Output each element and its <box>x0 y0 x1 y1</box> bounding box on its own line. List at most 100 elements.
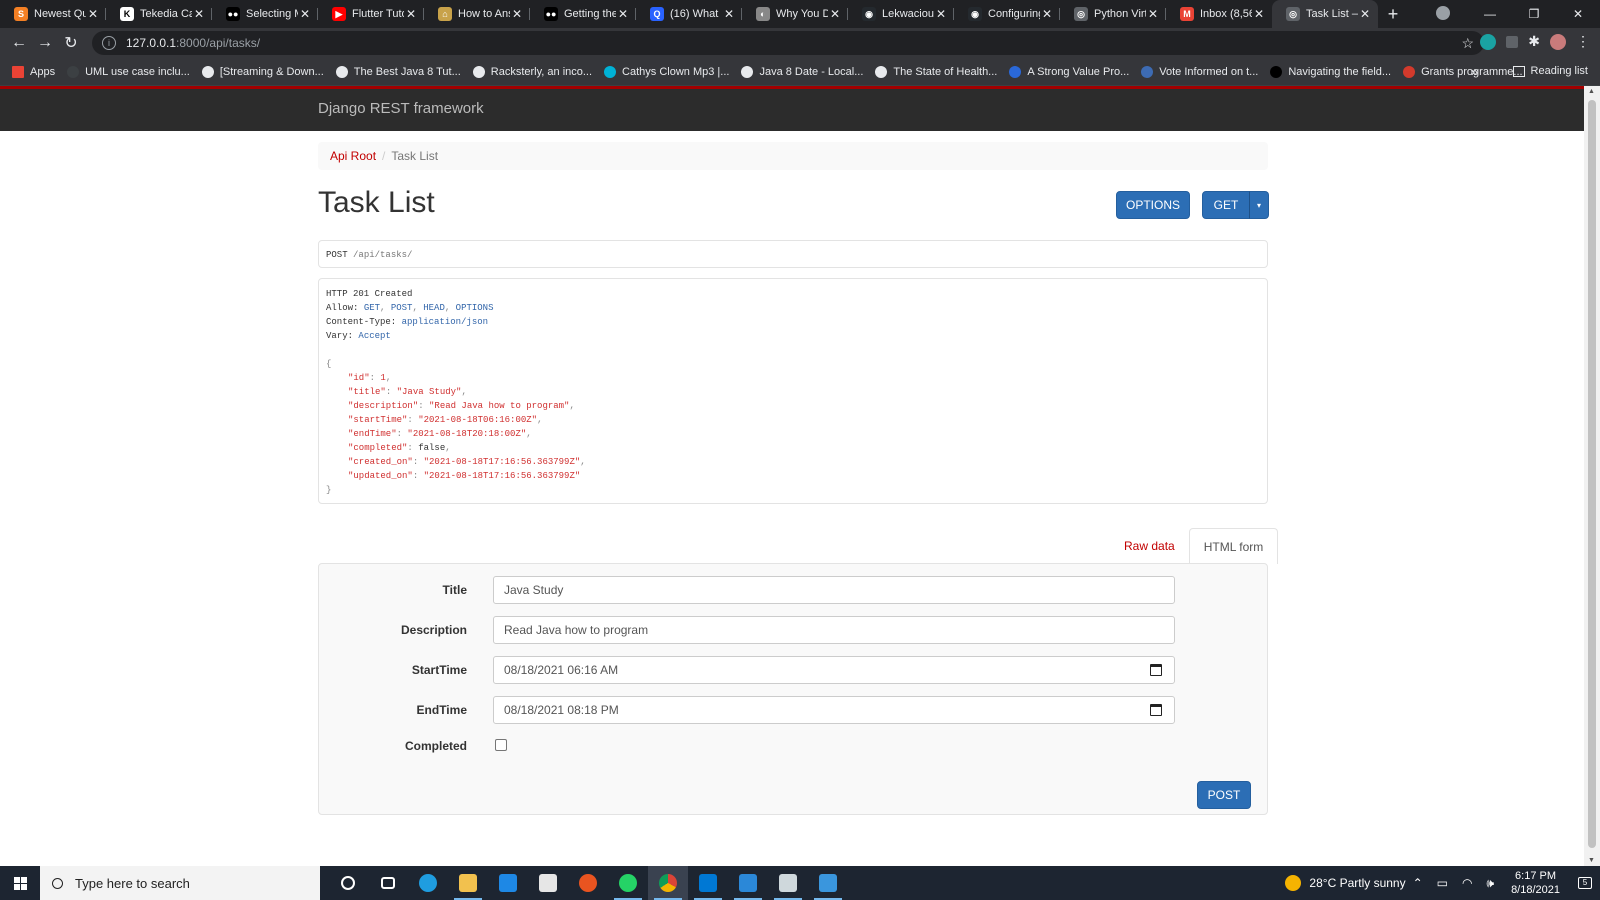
restore-icon[interactable]: ❐ <box>1512 0 1556 28</box>
taskbar-store[interactable] <box>528 866 568 900</box>
new-tab-button[interactable]: + <box>1378 0 1408 28</box>
browser-tab[interactable]: ◉ Lekwacious ✕ <box>848 0 954 28</box>
end-time-input[interactable]: 08/18/2021 08:18 PM <box>493 696 1175 724</box>
description-input[interactable]: Read Java how to program <box>493 616 1175 644</box>
calendar-icon[interactable] <box>1150 664 1162 676</box>
taskbar-chrome[interactable] <box>648 866 688 900</box>
extension-icon[interactable] <box>1506 35 1519 48</box>
extension-icon[interactable] <box>1480 33 1497 50</box>
bookmark-item[interactable]: Cathys Clown Mp3 |... <box>604 65 729 78</box>
bookmark-item[interactable]: Racksterly, an inco... <box>472 65 592 78</box>
back-icon[interactable]: ← <box>6 34 32 52</box>
taskbar-whatsapp[interactable] <box>608 866 648 900</box>
forward-icon[interactable]: → <box>32 34 58 52</box>
start-button[interactable] <box>0 866 40 900</box>
battery-icon[interactable]: ▭ <box>1437 876 1448 890</box>
reload-icon[interactable]: ↻ <box>58 33 84 53</box>
tab-close-icon[interactable]: ✕ <box>298 7 312 21</box>
minimize-icon[interactable]: — <box>1468 0 1512 28</box>
reading-list-button[interactable]: Reading list <box>1512 65 1588 77</box>
tab-close-icon[interactable]: ✕ <box>404 7 418 21</box>
tab-close-icon[interactable]: ✕ <box>722 7 736 21</box>
browser-tab[interactable]: ◉ Configuring ✕ <box>954 0 1060 28</box>
tab-html-form[interactable]: HTML form <box>1188 528 1279 564</box>
scroll-up-icon[interactable]: ▲ <box>1588 88 1595 95</box>
bookmark-item[interactable]: UML use case inclu... <box>67 65 190 78</box>
wifi-icon[interactable]: ◠ <box>1462 876 1472 890</box>
tab-close-icon[interactable]: ✕ <box>192 7 206 21</box>
bookmark-item[interactable]: The Best Java 8 Tut... <box>335 65 461 78</box>
browser-tab[interactable]: ●● Selecting M ✕ <box>212 0 318 28</box>
get-button[interactable]: GET <box>1202 191 1250 219</box>
bookmark-star-icon[interactable]: ☆ <box>1461 35 1474 52</box>
options-button[interactable]: OPTIONS <box>1116 191 1190 219</box>
taskbar-search[interactable]: Type here to search <box>40 866 320 900</box>
tray-overflow-icon[interactable]: ⌃ <box>1413 876 1423 890</box>
get-format-dropdown-icon[interactable]: ▾ <box>1249 191 1269 219</box>
start-time-input[interactable]: 08/18/2021 06:16 AM <box>493 656 1175 684</box>
taskbar-notepad[interactable] <box>768 866 808 900</box>
tab-raw-data[interactable]: Raw data <box>1110 528 1189 564</box>
taskbar-ubuntu[interactable] <box>568 866 608 900</box>
volume-icon[interactable]: 🕪 <box>1487 876 1495 891</box>
browser-tab[interactable]: M Inbox (8,56 ✕ <box>1166 0 1272 28</box>
taskbar-file-explorer[interactable] <box>448 866 488 900</box>
weather-text[interactable]: 28°C Partly sunny <box>1309 876 1405 890</box>
tab-close-icon[interactable]: ✕ <box>86 7 100 21</box>
tab-close-icon[interactable]: ✕ <box>1252 7 1266 21</box>
close-window-icon[interactable]: ✕ <box>1556 0 1600 28</box>
bookmark-item[interactable]: [Streaming & Down... <box>201 65 324 78</box>
browser-tab[interactable]: ◎ Task List – D✕ <box>1272 0 1378 28</box>
taskbar-vscode[interactable] <box>688 866 728 900</box>
completed-checkbox[interactable] <box>495 739 507 751</box>
taskbar-photos[interactable] <box>808 866 848 900</box>
browser-tab[interactable]: ◐ Why You D ✕ <box>742 0 848 28</box>
site-info-icon[interactable]: i <box>102 36 116 50</box>
drf-brand-link[interactable]: Django REST framework <box>318 100 484 117</box>
tab-close-icon[interactable]: ✕ <box>1358 7 1372 21</box>
clock-time: 6:17 PM <box>1515 870 1557 882</box>
bookmark-item[interactable]: Vote Informed on t... <box>1141 65 1258 78</box>
cortana-button[interactable] <box>328 866 368 900</box>
browser-tab[interactable]: K Tekedia Cap✕ <box>106 0 212 28</box>
task-view-button[interactable] <box>368 866 408 900</box>
browser-tab[interactable]: ●● Getting the ✕ <box>530 0 636 28</box>
notification-center-button[interactable]: 5 <box>1570 866 1600 900</box>
bookmark-item[interactable]: Grants programme... <box>1403 65 1523 78</box>
breadcrumb-api-root[interactable]: Api Root <box>330 149 376 163</box>
bookmark-item[interactable]: Navigating the field... <box>1270 65 1391 78</box>
weather-icon[interactable] <box>1285 875 1302 891</box>
calendar-icon[interactable] <box>1150 704 1162 716</box>
taskbar-mail[interactable] <box>488 866 528 900</box>
bookmarks-more-icon[interactable]: » <box>1471 64 1478 79</box>
browser-tab[interactable]: S Newest Qu ✕ <box>0 0 106 28</box>
browser-tab[interactable]: Q (16) What is✕ <box>636 0 742 28</box>
tab-close-icon[interactable]: ✕ <box>510 7 524 21</box>
browser-tab[interactable]: ◎ Python Virt ✕ <box>1060 0 1166 28</box>
bookmark-item[interactable]: Java 8 Date - Local... <box>741 65 863 78</box>
clock[interactable]: 6:17 PM 8/18/2021 <box>1511 869 1560 897</box>
tab-close-icon[interactable]: ✕ <box>616 7 630 21</box>
scrollbar-thumb[interactable] <box>1588 100 1596 848</box>
scroll-down-icon[interactable]: ▼ <box>1588 857 1595 864</box>
menu-dots-icon[interactable]: ⋮ <box>1576 33 1590 50</box>
bookmark-item[interactable]: The State of Health... <box>875 65 997 78</box>
windows-logo-icon <box>13 876 27 890</box>
browser-tab[interactable]: ▶ Flutter Tuto ✕ <box>318 0 424 28</box>
tab-search-icon[interactable] <box>1436 6 1450 20</box>
tab-close-icon[interactable]: ✕ <box>828 7 842 21</box>
tab-close-icon[interactable]: ✕ <box>934 7 948 21</box>
taskbar-media-player[interactable] <box>728 866 768 900</box>
tab-close-icon[interactable]: ✕ <box>1146 7 1160 21</box>
puzzle-icon[interactable]: ✱ <box>1528 33 1540 50</box>
bookmark-item[interactable]: Apps <box>12 65 55 78</box>
bookmark-item[interactable]: A Strong Value Pro... <box>1009 65 1129 78</box>
post-button[interactable]: POST <box>1197 781 1251 809</box>
taskbar-edge[interactable] <box>408 866 448 900</box>
title-input[interactable]: Java Study <box>493 576 1175 604</box>
browser-tab[interactable]: ⌂ How to Ans ✕ <box>424 0 530 28</box>
address-bar[interactable]: i 127.0.0.1:8000/api/tasks/ ☆ <box>92 31 1484 55</box>
page-scrollbar[interactable]: ▲ ▼ <box>1584 86 1600 866</box>
tab-close-icon[interactable]: ✕ <box>1040 7 1054 21</box>
avatar[interactable] <box>1550 33 1566 50</box>
